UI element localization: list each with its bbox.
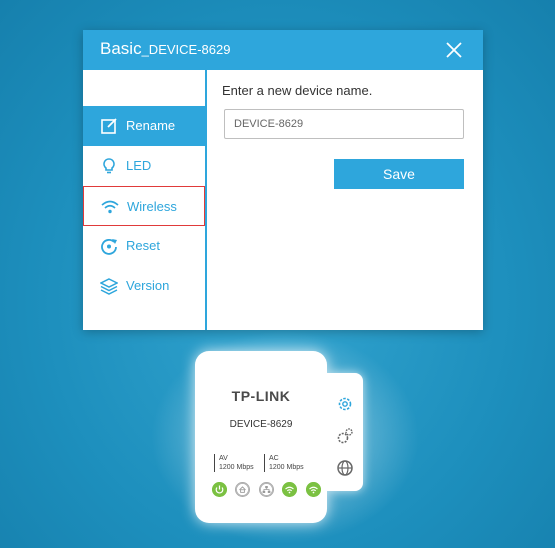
spec-ac-speed: 1200 Mbps bbox=[269, 464, 304, 471]
edit-icon bbox=[101, 118, 117, 134]
rename-panel: Enter a new device name. Save bbox=[222, 70, 483, 330]
dialog-title-main: Basic bbox=[100, 39, 142, 58]
device-side-panel bbox=[327, 373, 363, 491]
spec-ac-label: AC bbox=[269, 455, 279, 462]
ethernet-icon bbox=[258, 482, 274, 498]
dialog-title: Basic_DEVICE-8629 bbox=[100, 39, 230, 59]
dialog-title-device: _DEVICE-8629 bbox=[141, 42, 231, 57]
led-indicators bbox=[212, 481, 325, 499]
sidebar-item-led[interactable]: LED bbox=[83, 146, 205, 186]
gear-icon[interactable] bbox=[336, 395, 354, 413]
sidebar-item-version[interactable]: Version bbox=[83, 266, 205, 306]
bulb-icon bbox=[103, 158, 115, 174]
sidebar-item-label: Wireless bbox=[127, 199, 177, 214]
save-button[interactable]: Save bbox=[334, 159, 464, 189]
sidebar-item-wireless[interactable]: Wireless bbox=[83, 186, 205, 226]
sidebar-item-label: Version bbox=[126, 278, 170, 293]
spec-ac: AC 1200 Mbps bbox=[264, 454, 304, 472]
sidebar-item-reset[interactable]: Reset bbox=[83, 226, 205, 266]
home-icon bbox=[235, 482, 251, 498]
sidebar-item-label: LED bbox=[126, 158, 152, 173]
sidebar-item-label: Reset bbox=[126, 238, 160, 253]
device-name-label: DEVICE-8629 bbox=[229, 419, 293, 430]
wifi-icon bbox=[305, 482, 321, 498]
close-icon[interactable] bbox=[445, 41, 463, 59]
device-brand-logo: TP-LINK bbox=[231, 388, 291, 404]
sidebar: Rename LED Wireless Reset Version bbox=[83, 70, 207, 330]
power-icon bbox=[212, 482, 227, 498]
sidebar-item-rename[interactable]: Rename bbox=[83, 106, 205, 146]
dialog-header: Basic_DEVICE-8629 bbox=[83, 30, 483, 70]
basic-dialog: Basic_DEVICE-8629 Rename LED Wireless Re… bbox=[83, 30, 483, 330]
wifi-icon bbox=[282, 482, 298, 498]
reset-icon bbox=[101, 239, 117, 255]
layers-icon bbox=[100, 278, 118, 295]
wifi-icon bbox=[101, 200, 119, 214]
spec-av-label: AV bbox=[219, 455, 228, 462]
globe-icon[interactable] bbox=[336, 459, 354, 477]
rename-prompt: Enter a new device name. bbox=[222, 83, 373, 98]
sidebar-item-label: Rename bbox=[126, 118, 176, 133]
spec-av: AV 1200 Mbps bbox=[214, 454, 254, 472]
device-name-input[interactable] bbox=[224, 109, 464, 139]
powerline-device: TP-LINK DEVICE-8629 AV 1200 Mbps AC 1200… bbox=[195, 351, 327, 523]
spec-av-speed: 1200 Mbps bbox=[219, 464, 254, 471]
gears-icon[interactable] bbox=[336, 427, 354, 445]
